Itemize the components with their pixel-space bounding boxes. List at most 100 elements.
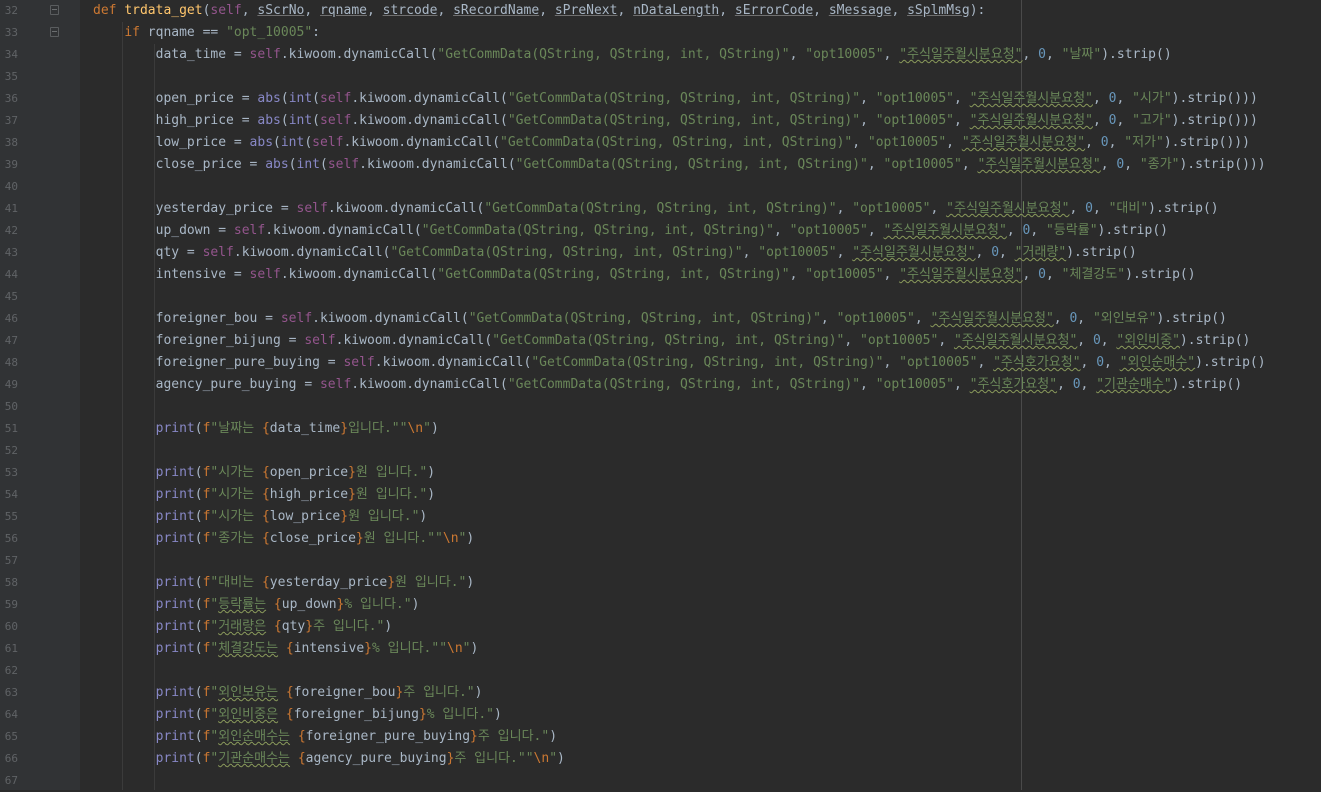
fold-toggle-icon[interactable] — [50, 27, 59, 37]
code-line[interactable]: 53 print(f"시가는 {open_price}원 입니다.") — [0, 462, 1321, 484]
code-line[interactable]: 67 — [0, 770, 1321, 792]
code-text: print(f"기관순매수는 {agency_pure_buying}주 입니다… — [93, 748, 565, 770]
code-token: ) — [419, 509, 428, 524]
code-line[interactable]: 51 print(f"날짜는 {data_time}입니다.""\n") — [0, 418, 1321, 440]
code-token: print — [155, 597, 195, 612]
code-line[interactable]: 43 qty = self.kiwoom.dynamicCall("GetCom… — [0, 242, 1321, 264]
code-token: close_price — [269, 531, 356, 546]
code-line[interactable]: 52 — [0, 440, 1321, 462]
code-token: ) — [411, 597, 420, 612]
code-token: , — [1053, 311, 1070, 326]
line-number: 40 — [4, 180, 18, 193]
code-token: .kiwoom.dynamicCall( — [351, 91, 508, 106]
fold-toggle-icon[interactable] — [50, 5, 59, 15]
code-token: high_price — [269, 487, 349, 502]
line-number: 60 — [4, 620, 18, 633]
code-token: "체결강도" — [1061, 267, 1126, 282]
code-line[interactable]: 62 — [0, 660, 1321, 682]
code-token: ( — [194, 619, 203, 634]
code-text: open_price = abs(int(self.kiwoom.dynamic… — [93, 88, 1258, 110]
code-token: "시가는 — [210, 509, 262, 524]
code-token: { — [261, 421, 270, 436]
code-token: 체결강도는 — [218, 641, 279, 656]
code-line[interactable]: 57 — [0, 550, 1321, 572]
code-line[interactable]: 38 low_price = abs(int(self.kiwoom.dynam… — [0, 132, 1321, 154]
code-token: .kiwoom.dynamicCall( — [280, 267, 438, 282]
code-line[interactable]: 41 yesterday_price = self.kiwoom.dynamic… — [0, 198, 1321, 220]
code-token: ( — [319, 157, 328, 172]
code-text: foreigner_pure_buying = self.kiwoom.dyna… — [93, 352, 1266, 374]
code-token: .kiwoom.dynamicCall( — [335, 333, 493, 348]
code-token: , — [789, 267, 806, 282]
code-line[interactable]: 37 high_price = abs(int(self.kiwoom.dyna… — [0, 110, 1321, 132]
code-line[interactable]: 34 data_time = self.kiwoom.dynamicCall("… — [0, 44, 1321, 66]
code-token: ) — [466, 575, 475, 590]
code-line[interactable]: 40 — [0, 176, 1321, 198]
code-text: print(f"외인비중은 {foreigner_bijung}% 입니다.") — [93, 704, 502, 726]
code-line[interactable]: 44 intensive = self.kiwoom.dynamicCall("… — [0, 264, 1321, 286]
code-token: ).strip())) — [1179, 157, 1266, 172]
code-line[interactable]: 42 up_down = self.kiwoom.dynamicCall("Ge… — [0, 220, 1321, 242]
code-line[interactable]: 55 print(f"시가는 {low_price}원 입니다.") — [0, 506, 1321, 528]
code-line[interactable]: 63 print(f"외인보유는 {foreigner_bou}주 입니다.") — [0, 682, 1321, 704]
code-token: self — [327, 157, 360, 172]
code-token: 주 입니다." — [477, 729, 550, 744]
code-token: print — [155, 685, 195, 700]
line-number: 66 — [4, 752, 18, 765]
code-token: ( — [194, 509, 203, 524]
code-token: ) — [466, 531, 475, 546]
line-number: 58 — [4, 576, 18, 589]
code-token: "GetCommData(QString, QString, int, QStr… — [500, 135, 853, 150]
code-token: " — [525, 751, 534, 766]
code-line[interactable]: 36 open_price = abs(int(self.kiwoom.dyna… — [0, 88, 1321, 110]
code-line[interactable]: 64 print(f"외인비중은 {foreigner_bijung}% 입니다… — [0, 704, 1321, 726]
code-token: , — [773, 223, 790, 238]
code-text: print(f"종가는 {close_price}원 입니다.""\n") — [93, 528, 475, 550]
code-line[interactable]: 33 if rqname == "opt_10005": — [0, 22, 1321, 44]
code-token: , — [860, 377, 876, 392]
code-token: print — [155, 531, 195, 546]
code-line[interactable]: 60 print(f"거래량은 {qty}주 입니다.") — [0, 616, 1321, 638]
code-token: "시가" — [1132, 91, 1172, 106]
code-editor[interactable]: 32 def trdata_get(self, sScrNo, rqname, s… — [0, 0, 1321, 790]
code-line[interactable]: 48 foreigner_pure_buying = self.kiwoom.d… — [0, 352, 1321, 374]
code-line[interactable]: 65 print(f"외인순매수는 {foreigner_pure_buying… — [0, 726, 1321, 748]
code-line[interactable]: 35 — [0, 66, 1321, 88]
code-token: , — [867, 223, 884, 238]
code-token: , — [946, 135, 962, 150]
code-token: , — [539, 3, 555, 18]
code-token: self — [249, 267, 281, 282]
code-line[interactable]: 66 print(f"기관순매수는 {agency_pure_buying}주 … — [0, 748, 1321, 770]
code-line[interactable]: 45 — [0, 286, 1321, 308]
code-token: , — [1057, 377, 1073, 392]
code-token: .kiwoom.dynamicCall( — [374, 355, 532, 370]
code-token: sPreNext — [554, 3, 618, 18]
code-line[interactable]: 39 close_price = abs(int(self.kiwoom.dyn… — [0, 154, 1321, 176]
code-token: , — [954, 113, 970, 128]
code-line[interactable]: 46 foreigner_bou = self.kiwoom.dynamicCa… — [0, 308, 1321, 330]
code-line[interactable]: 49 agency_pure_buying = self.kiwoom.dyna… — [0, 374, 1321, 396]
code-token: intensive — [293, 641, 365, 656]
code-token: , — [1124, 157, 1140, 172]
code-line[interactable]: 50 — [0, 396, 1321, 418]
code-line[interactable]: 56 print(f"종가는 {close_price}원 입니다.""\n") — [0, 528, 1321, 550]
code-token: , — [241, 3, 258, 18]
code-token: .kiwoom.dynamicCall( — [265, 223, 422, 238]
code-token: , — [953, 377, 970, 392]
code-token: "주식일주월시분요청" — [930, 311, 1054, 326]
code-line[interactable]: 32 def trdata_get(self, sScrNo, rqname, s… — [0, 0, 1321, 22]
code-token: , — [891, 3, 908, 18]
code-line[interactable]: 58 print(f"대비는 {yesterday_price}원 입니다.") — [0, 572, 1321, 594]
code-token: \n — [447, 641, 463, 656]
code-line[interactable]: 59 print(f"등락률는 {up_down}% 입니다.") — [0, 594, 1321, 616]
code-token: "GetCommData(QString, QString, int, QStr… — [390, 245, 743, 260]
code-line[interactable]: 54 print(f"시가는 {high_price}원 입니다.") — [0, 484, 1321, 506]
code-token: , — [883, 355, 900, 370]
code-token: "GetCommData(QString, QString, int, QStr… — [507, 91, 861, 106]
code-line[interactable]: 61 print(f"체결강도는 {intensive}% 입니다.""\n") — [0, 638, 1321, 660]
code-line[interactable]: 47 foreigner_bijung = self.kiwoom.dynami… — [0, 330, 1321, 352]
code-text: intensive = self.kiwoom.dynamicCall("Get… — [93, 264, 1196, 286]
